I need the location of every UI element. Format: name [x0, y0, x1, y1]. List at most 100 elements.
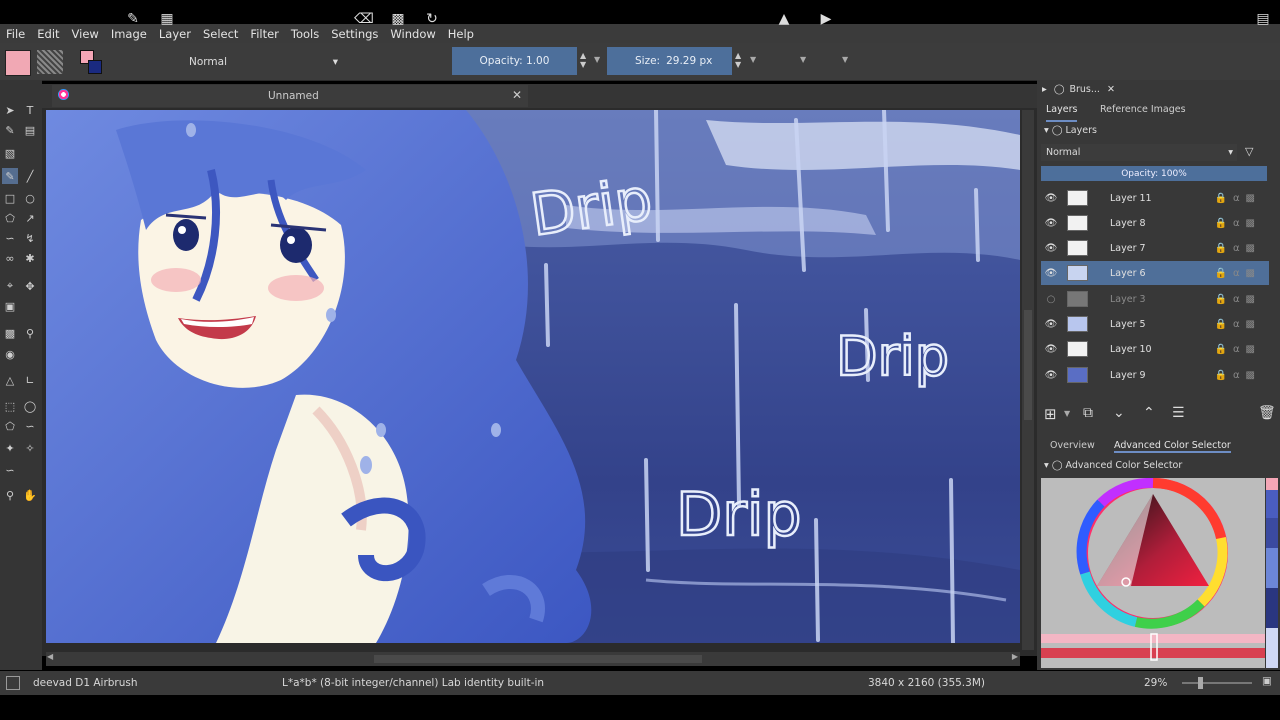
transform-tool-icon[interactable]: ▣ [2, 298, 18, 314]
color-selector-area[interactable] [1041, 477, 1265, 668]
scroll-thumb[interactable] [374, 655, 702, 663]
layer-row-selected[interactable]: 👁 Layer 6 🔒α▩ [1041, 261, 1269, 285]
blend-mode-dropdown[interactable]: Normal ▾ [184, 52, 344, 72]
zoom-tool-icon[interactable]: ⚲ [2, 487, 18, 503]
dock-toggle-icon[interactable]: ▤ [1252, 8, 1274, 30]
eraser-icon[interactable]: ⌫ [353, 8, 375, 30]
tab-layers[interactable]: Layers [1046, 104, 1078, 122]
mirror-vertical-icon[interactable]: ▶ [815, 8, 837, 30]
text-tool-icon[interactable]: T [22, 102, 38, 118]
bezier-select-icon[interactable]: ∽ [2, 462, 18, 478]
lock-alpha-icons[interactable]: 🔒α▩ [1215, 193, 1262, 204]
tab-advanced-color-selector[interactable]: Advanced Color Selector [1114, 440, 1231, 453]
brush-preset-icon[interactable] [6, 676, 20, 690]
assistant-tool-icon[interactable]: △ [2, 372, 18, 388]
bezier-tool-icon[interactable]: ∽ [2, 230, 18, 246]
chevron-down-icon[interactable]: ▼ [594, 55, 600, 64]
edit-shapes-icon[interactable]: ✎ [2, 122, 18, 138]
close-icon[interactable]: ✕ [512, 88, 522, 102]
add-layer-icon[interactable]: ⊞ [1044, 405, 1057, 423]
lock-alpha-icons[interactable]: 🔒α▩ [1215, 268, 1262, 279]
dynamic-brush-icon[interactable]: ∞ [2, 250, 18, 266]
chevron-down-icon[interactable]: ▼ [800, 55, 806, 64]
fullscreen-icon[interactable]: ▣ [1262, 675, 1272, 687]
pan-tool-icon[interactable]: ✋ [22, 487, 38, 503]
gradient-tool-icon[interactable]: ▩ [2, 325, 18, 341]
freehand-brush-icon[interactable]: ✎ [2, 168, 18, 184]
layer-blend-dropdown[interactable]: Normal ▾ [1041, 144, 1237, 161]
document-tab[interactable]: Unnamed ✕ [52, 85, 528, 107]
zoom-slider-handle[interactable] [1198, 677, 1203, 689]
brush-preset-icon[interactable]: ✎ [122, 8, 144, 30]
move-tool-icon[interactable]: ✥ [22, 278, 38, 294]
lock-alpha-icons[interactable]: 🔒α▩ [1215, 243, 1262, 254]
eye-icon[interactable]: 👁 [1041, 319, 1061, 330]
ellipse-select-icon[interactable]: ◯ [22, 398, 38, 414]
eye-icon[interactable]: 👁 [1041, 370, 1061, 381]
menu-select[interactable]: Select [197, 27, 244, 41]
menu-edit[interactable]: Edit [31, 27, 65, 41]
layer-row[interactable]: 👁 Layer 7 🔒α▩ [1041, 236, 1269, 260]
layer-opacity-slider[interactable]: Opacity: 100% [1041, 166, 1267, 181]
chevron-down-icon[interactable]: ▼ [750, 55, 756, 64]
menu-file[interactable]: File [0, 27, 31, 41]
measure-tool-icon[interactable]: ∟ [22, 372, 38, 388]
tab-overview[interactable]: Overview [1050, 440, 1095, 451]
rectangle-tool-icon[interactable]: □ [2, 190, 18, 206]
rect-select-icon[interactable]: ⬚ [2, 398, 18, 414]
fill-tool-icon[interactable]: ◉ [2, 346, 18, 362]
chevron-down-icon[interactable]: ▼ [842, 55, 848, 64]
polygon-tool-icon[interactable]: ⬠ [2, 210, 18, 226]
color-wheel[interactable] [1041, 477, 1265, 668]
fg-bg-color-icon[interactable] [80, 50, 104, 74]
polyline-tool-icon[interactable]: ↗ [22, 210, 38, 226]
lock-alpha-icons[interactable]: 🔒α▩ [1215, 370, 1262, 381]
grid-icon[interactable]: ▦ [156, 8, 178, 30]
menu-filter[interactable]: Filter [244, 27, 284, 41]
layer-row[interactable]: ○ Layer 3 🔒α▩ [1041, 287, 1269, 311]
pattern-tool-icon[interactable]: ▧ [2, 145, 18, 161]
scroll-right-icon[interactable]: ▶ [1012, 652, 1018, 661]
lock-alpha-icons[interactable]: 🔒α▩ [1215, 319, 1262, 330]
layer-row[interactable]: 👁 Layer 10 🔒α▩ [1041, 337, 1269, 361]
artwork-canvas[interactable]: Drip Drip Drip [46, 110, 1020, 643]
size-slider[interactable]: Size: 29.29 px [607, 47, 732, 75]
reload-icon[interactable]: ↻ [421, 8, 443, 30]
ellipse-tool-icon[interactable]: ○ [22, 190, 38, 206]
pattern-swatch[interactable] [37, 50, 63, 74]
fg-color-swatch[interactable] [5, 50, 31, 76]
layer-row[interactable]: 👁 Layer 9 🔒α▩ [1041, 363, 1269, 387]
size-stepper[interactable]: ▲ ▼ [735, 51, 745, 71]
scroll-left-icon[interactable]: ◀ [47, 652, 53, 661]
eye-hidden-icon[interactable]: ○ [1041, 294, 1061, 305]
scroll-thumb[interactable] [1024, 310, 1032, 420]
delete-layer-icon[interactable]: 🗑 [1258, 405, 1276, 421]
alpha-lock-icon[interactable]: ▩ [387, 8, 409, 30]
crop-tool-icon[interactable]: ⌖ [2, 278, 18, 294]
zoom-slider[interactable] [1182, 682, 1252, 684]
contiguous-select-icon[interactable]: ✦ [2, 440, 18, 456]
chevron-down-icon[interactable]: ▼ [1064, 409, 1070, 418]
lock-alpha-icons[interactable]: 🔒α▩ [1215, 344, 1262, 355]
similar-select-icon[interactable]: ✧ [22, 440, 38, 456]
move-layer-down-icon[interactable]: ⌄ [1113, 405, 1125, 421]
duplicate-layer-icon[interactable]: ⧉ [1083, 405, 1093, 421]
mirror-horizontal-icon[interactable]: ▲ [773, 8, 795, 30]
freehand-select-icon[interactable]: ∽ [22, 418, 38, 434]
opacity-slider[interactable]: Opacity: 1.00 [452, 47, 577, 75]
freehand-path-icon[interactable]: ↯ [22, 230, 38, 246]
eye-icon[interactable]: 👁 [1041, 268, 1061, 279]
lock-alpha-icons[interactable]: 🔒α▩ [1215, 218, 1262, 229]
menu-help[interactable]: Help [442, 27, 480, 41]
opacity-stepper[interactable]: ▲ ▼ [580, 51, 590, 71]
eye-icon[interactable]: 👁 [1041, 193, 1061, 204]
brush-docker-tab[interactable]: ▸ ◯ Brus... ✕ [1042, 84, 1137, 98]
eye-icon[interactable]: 👁 [1041, 344, 1061, 355]
menu-view[interactable]: View [66, 27, 105, 41]
menu-tools[interactable]: Tools [285, 27, 325, 41]
color-picker-icon[interactable]: ⚲ [22, 325, 38, 341]
move-layer-up-icon[interactable]: ⌃ [1143, 405, 1155, 421]
color-history-strip[interactable] [1266, 478, 1278, 668]
tab-reference-images[interactable]: Reference Images [1100, 104, 1186, 120]
select-shapes-icon[interactable]: ➤ [2, 102, 18, 118]
